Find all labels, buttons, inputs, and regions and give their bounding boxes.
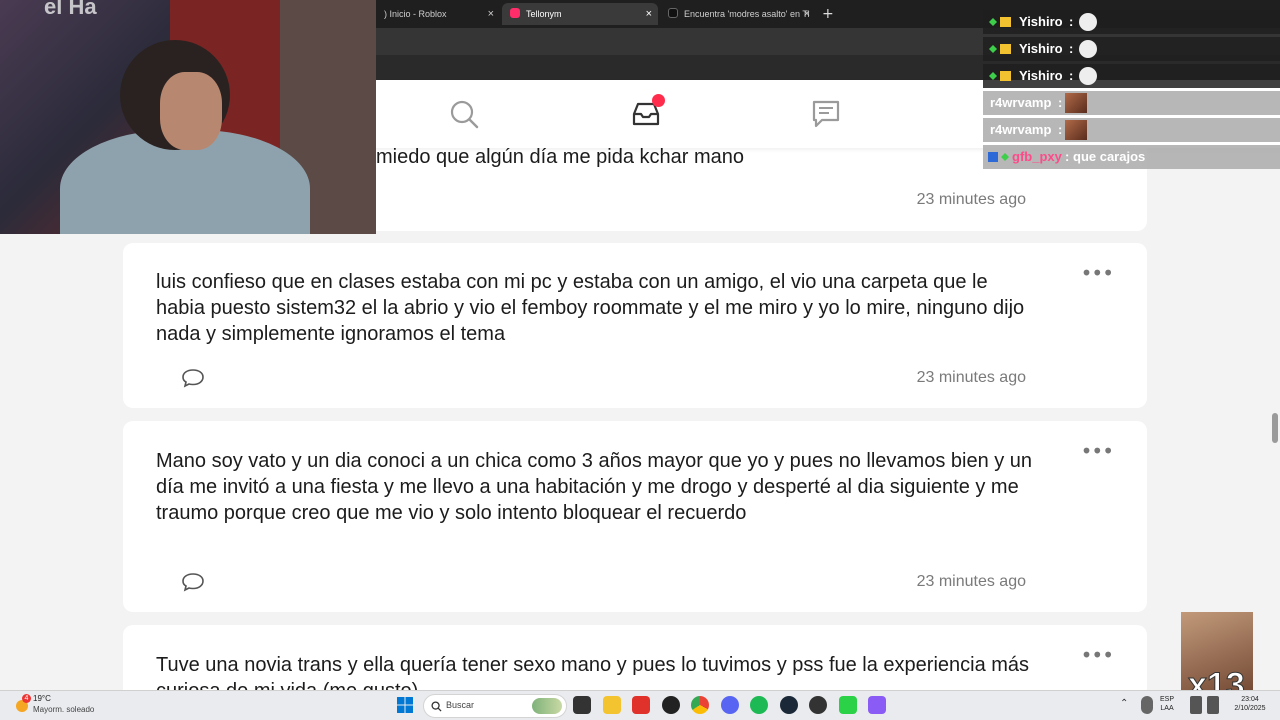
obs-icon[interactable] <box>809 696 827 714</box>
tab-roblox[interactable]: ) Inicio - Roblox × <box>376 3 500 25</box>
more-options-button[interactable]: ••• <box>1081 263 1114 283</box>
search-icon[interactable] <box>448 98 480 130</box>
chat-username: gfb_pxy <box>1012 149 1062 164</box>
chat-username: Yishiro <box>1019 68 1063 83</box>
clock[interactable]: 23:04 2/10/2025 <box>1228 695 1272 713</box>
search-icon <box>431 701 442 712</box>
close-icon[interactable]: × <box>804 3 810 25</box>
tell-text: Mano soy vato y un dia conoci a un chica… <box>156 450 1033 524</box>
chat-badges-icon <box>988 152 1009 162</box>
stream-chat-overlay: Yishiro : Yishiro : Yishiro : r4wrvamp :… <box>983 0 1280 169</box>
search-highlight-icon <box>532 698 562 714</box>
notification-badge <box>652 94 665 107</box>
microphone-icon[interactable] <box>1141 696 1153 714</box>
chat-username: r4wrvamp <box>990 122 1052 137</box>
face-emote-icon <box>1065 93 1087 113</box>
skull-emote-icon <box>1079 67 1097 85</box>
chat-message: Yishiro : <box>983 10 1280 34</box>
tiktok-favicon-icon <box>668 8 678 18</box>
app-red-icon[interactable] <box>632 696 650 714</box>
chat-message: r4wrvamp : <box>983 118 1280 142</box>
skull-emote-icon <box>1079 40 1097 58</box>
chat-message: Yishiro : <box>983 64 1280 88</box>
steam-icon[interactable] <box>780 696 798 714</box>
chat-username: Yishiro <box>1019 14 1063 29</box>
chat-separator: : <box>1058 122 1063 137</box>
chat-message: Yishiro : <box>983 37 1280 61</box>
tab-label: Tellonym <box>526 9 562 19</box>
weather-badge: 4 <box>22 694 31 703</box>
tellonym-favicon-icon <box>510 8 520 18</box>
chat-badges-icon <box>989 71 1011 81</box>
language-indicator[interactable]: ESP LAA <box>1160 695 1174 713</box>
comment-icon[interactable] <box>181 572 205 592</box>
webcam-logo-text: el Ha <box>44 0 97 19</box>
comment-icon[interactable] <box>181 368 205 388</box>
weather-condition: Mayorm. soleado <box>33 705 95 714</box>
language-bottom: LAA <box>1160 705 1174 712</box>
file-explorer-icon[interactable] <box>603 696 621 714</box>
chat-separator: : <box>1069 14 1074 29</box>
close-icon[interactable]: × <box>488 3 494 25</box>
app-purple-icon[interactable] <box>868 696 886 714</box>
tell-card: luis confieso que en clases estaba con m… <box>123 243 1147 408</box>
chat-message-text: que carajos <box>1073 149 1146 164</box>
chat-username: r4wrvamp <box>990 95 1052 110</box>
windows-taskbar: 4 19°C Mayorm. soleado Buscar ⌃ ESP LAA … <box>0 690 1280 720</box>
chat-icon[interactable] <box>810 98 842 130</box>
tab-label: ) Inicio - Roblox <box>384 9 447 19</box>
tab-tellonym[interactable]: Tellonym × <box>502 3 658 25</box>
streamer-face <box>160 72 222 150</box>
chat-separator: : <box>1058 95 1063 110</box>
tell-card: Mano soy vato y un dia conoci a un chica… <box>123 421 1147 612</box>
tab-tiktok[interactable]: Encuentra 'modres asalto' en Ti × <box>660 3 816 25</box>
volume-icon[interactable] <box>1207 696 1219 714</box>
chat-message: gfb_pxy : que carajos <box>983 145 1280 169</box>
more-options-button[interactable]: ••• <box>1081 441 1114 461</box>
tell-text: luis confieso que en clases estaba con m… <box>156 271 1025 345</box>
spotify-icon[interactable] <box>750 696 768 714</box>
chat-username: Yishiro <box>1019 41 1063 56</box>
chat-separator: : <box>1069 41 1074 56</box>
taskbar-search[interactable]: Buscar <box>423 694 567 718</box>
new-tab-button[interactable]: + <box>822 3 834 25</box>
tell-timestamp: 23 minutes ago <box>916 369 1026 386</box>
chevron-up-icon[interactable]: ⌃ <box>1120 698 1128 709</box>
clock-date: 2/10/2025 <box>1234 705 1266 712</box>
chat-separator: : <box>1069 68 1074 83</box>
app-green-icon[interactable] <box>839 696 857 714</box>
network-icon[interactable] <box>1190 696 1202 714</box>
more-options-button[interactable]: ••• <box>1081 645 1114 665</box>
skull-emote-icon <box>1079 13 1097 31</box>
language-top: ESP <box>1160 696 1175 703</box>
windows-start-icon[interactable] <box>396 696 414 714</box>
clock-time: 23:04 <box>1241 696 1259 703</box>
search-placeholder: Buscar <box>446 700 475 710</box>
tab-label: Encuentra 'modres asalto' en Ti <box>684 9 810 19</box>
app-dark-icon[interactable] <box>662 696 680 714</box>
face-emote-icon <box>1065 120 1087 140</box>
discord-icon[interactable] <box>721 696 739 714</box>
tell-timestamp: 23 minutes ago <box>916 191 1026 208</box>
close-icon[interactable]: × <box>646 3 652 25</box>
chat-separator: : <box>1065 149 1070 164</box>
tell-timestamp: 23 minutes ago <box>916 573 1026 590</box>
chat-message: r4wrvamp : <box>983 91 1280 115</box>
weather-temperature: 19°C <box>33 694 51 703</box>
chrome-icon[interactable] <box>691 696 709 714</box>
webcam-overlay: el Ha <box>0 0 376 234</box>
scrollbar-thumb[interactable] <box>1272 413 1278 443</box>
chat-badges-icon <box>989 17 1011 27</box>
task-view-icon[interactable] <box>573 696 591 714</box>
chat-badges-icon <box>989 44 1011 54</box>
